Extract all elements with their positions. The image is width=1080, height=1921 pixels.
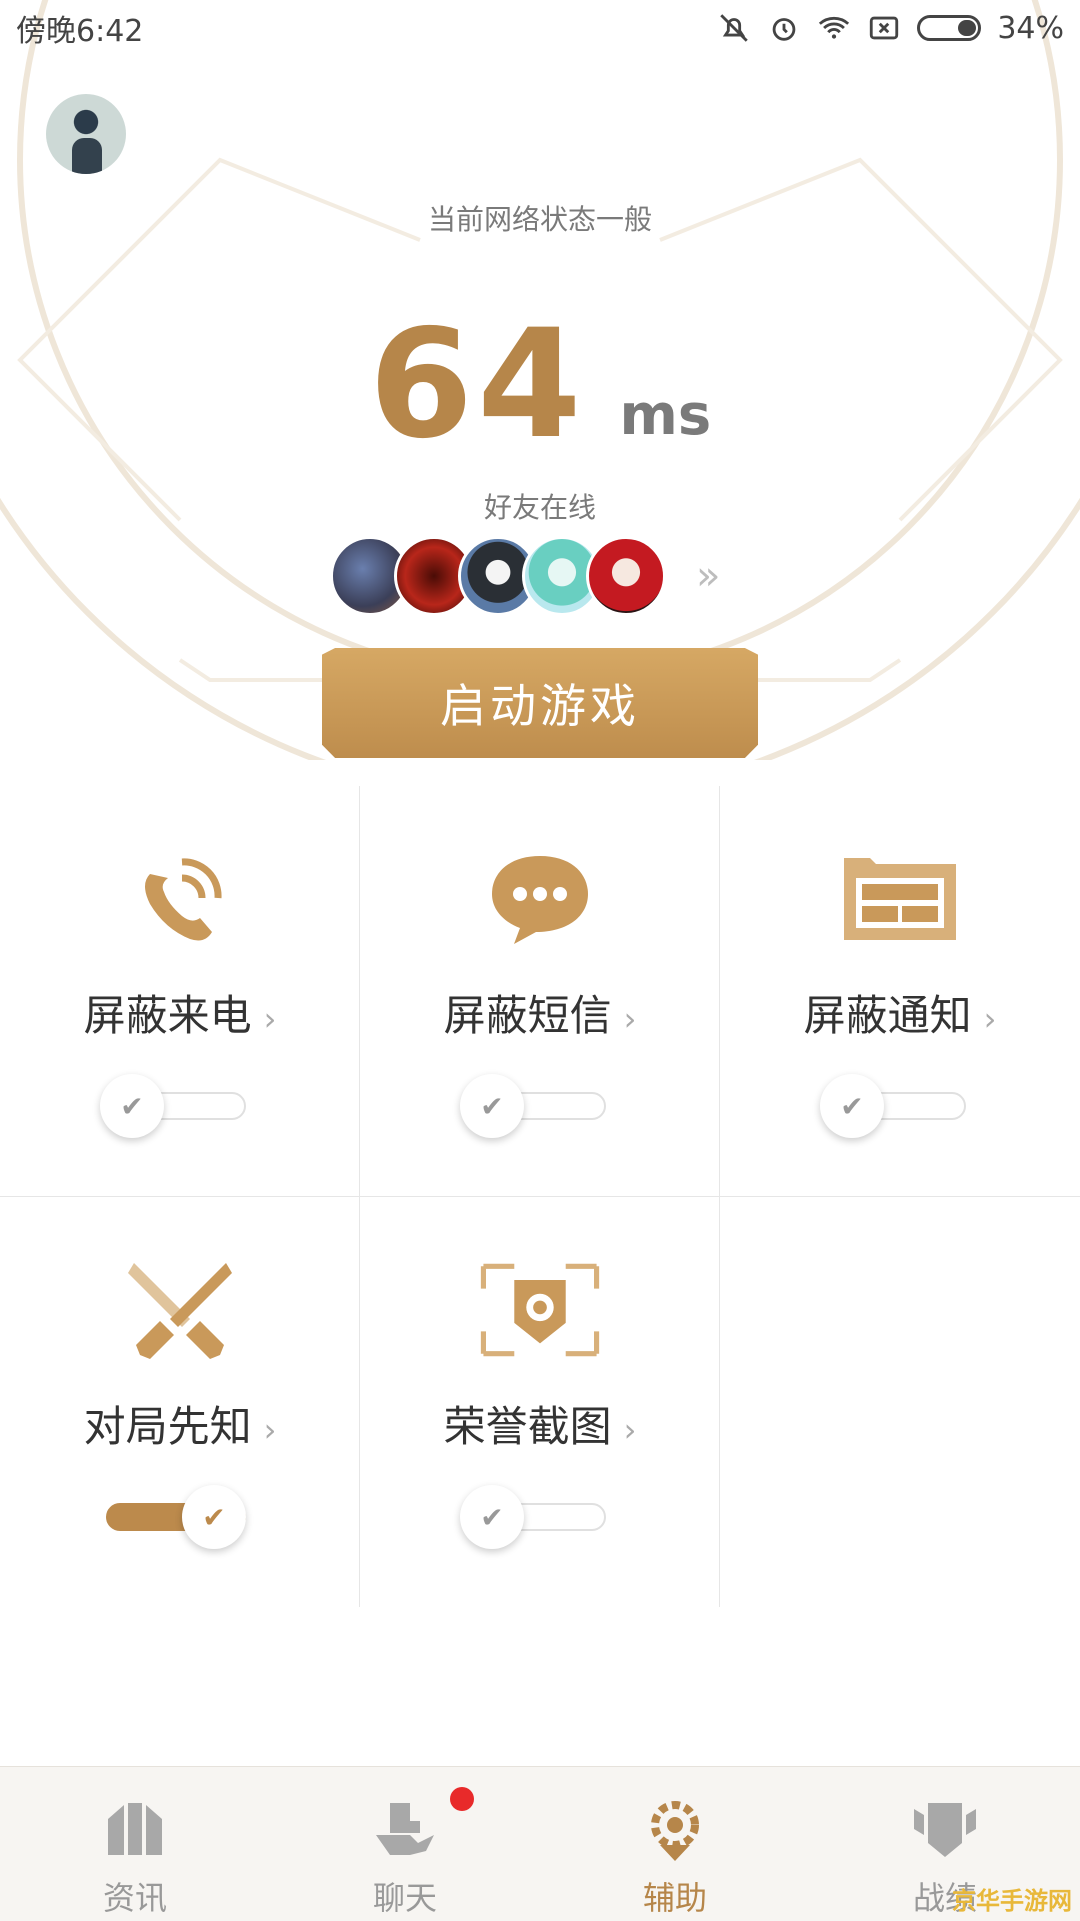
crossed-swords-icon bbox=[127, 1263, 232, 1359]
nav-label: 聊天 bbox=[372, 1879, 437, 1917]
phone-icon bbox=[144, 858, 222, 941]
nav-news[interactable]: 资讯 bbox=[0, 1767, 270, 1921]
feature-block-sms[interactable]: 屏蔽短信 › ✔ bbox=[360, 786, 720, 1196]
watermark: 京华手游网 bbox=[952, 1887, 1072, 1915]
alarm-icon bbox=[772, 18, 796, 41]
feature-label: 屏蔽通知 bbox=[803, 991, 972, 1040]
feature-match-insight[interactable]: 对局先知 › ✔ bbox=[0, 1197, 360, 1607]
start-game-button[interactable]: 启动游戏 bbox=[322, 648, 758, 758]
news-icon bbox=[108, 1803, 162, 1855]
record-icon bbox=[914, 1803, 976, 1857]
feature-label: 对局先知 bbox=[83, 1402, 252, 1451]
chevron-right-icon: › bbox=[263, 1410, 277, 1449]
check-icon: ✔ bbox=[820, 1074, 884, 1138]
friend-avatar[interactable] bbox=[586, 536, 666, 616]
bottom-navigation: 资讯 聊天 辅助 战绩 bbox=[0, 1766, 1080, 1921]
screenshot-icon bbox=[480, 1263, 599, 1357]
feature-grid: 屏蔽来电 › ✔ 屏蔽短信 › ✔ 屏蔽通知 › ✔ 对局先知 › ✔ 荣誉截图… bbox=[0, 786, 1080, 1607]
latency-display: 64 ms bbox=[0, 310, 1080, 460]
friends-more-icon[interactable]: » bbox=[696, 553, 720, 599]
battery-percent: 34% bbox=[997, 10, 1064, 46]
honor-screenshot-toggle[interactable]: ✔ bbox=[460, 1485, 606, 1549]
chevron-right-icon: › bbox=[983, 999, 997, 1038]
latency-value: 64 bbox=[368, 298, 586, 472]
nav-assist[interactable]: 辅助 bbox=[540, 1767, 810, 1921]
empty-cell bbox=[720, 1197, 1080, 1607]
feature-honor-screenshot[interactable]: 荣誉截图 › ✔ bbox=[360, 1197, 720, 1607]
match-insight-toggle[interactable]: ✔ bbox=[106, 1485, 246, 1549]
wifi-icon bbox=[819, 16, 850, 39]
no-sim-icon bbox=[870, 16, 899, 40]
check-icon: ✔ bbox=[100, 1074, 164, 1138]
block-sms-toggle[interactable]: ✔ bbox=[460, 1074, 606, 1138]
battery-icon bbox=[917, 15, 982, 41]
mute-bell-icon bbox=[720, 14, 749, 42]
nav-chat[interactable]: 聊天 bbox=[270, 1767, 540, 1921]
user-avatar[interactable] bbox=[46, 94, 126, 174]
feature-label: 屏蔽短信 bbox=[443, 991, 612, 1040]
friends-online-list[interactable]: » bbox=[330, 536, 720, 616]
block-notification-toggle[interactable]: ✔ bbox=[820, 1074, 966, 1138]
latency-unit: ms bbox=[619, 383, 712, 448]
feature-label: 屏蔽来电 bbox=[83, 991, 252, 1040]
check-icon: ✔ bbox=[460, 1485, 524, 1549]
network-status-text: 当前网络状态一般 bbox=[427, 203, 652, 236]
nav-label: 辅助 bbox=[642, 1879, 707, 1917]
status-time: 傍晚6:42 bbox=[16, 14, 144, 49]
friends-online-label: 好友在线 bbox=[483, 491, 596, 524]
chevron-right-icon: › bbox=[623, 999, 637, 1038]
feature-block-calls[interactable]: 屏蔽来电 › ✔ bbox=[0, 786, 360, 1196]
assist-icon bbox=[651, 1801, 699, 1861]
check-icon: ✔ bbox=[182, 1485, 246, 1549]
message-icon bbox=[491, 856, 588, 944]
chevron-right-icon: › bbox=[623, 1410, 637, 1449]
feature-block-notification[interactable]: 屏蔽通知 › ✔ bbox=[720, 786, 1080, 1196]
notification-icon bbox=[844, 858, 956, 940]
block-calls-toggle[interactable]: ✔ bbox=[100, 1074, 246, 1138]
status-bar: 傍晚6:42 34% bbox=[0, 0, 1080, 56]
feature-label: 荣誉截图 bbox=[443, 1402, 612, 1451]
check-icon: ✔ bbox=[460, 1074, 524, 1138]
chevron-right-icon: › bbox=[263, 999, 277, 1038]
notification-badge bbox=[450, 1787, 474, 1811]
chat-icon bbox=[376, 1803, 434, 1855]
nav-label: 资讯 bbox=[102, 1879, 167, 1917]
